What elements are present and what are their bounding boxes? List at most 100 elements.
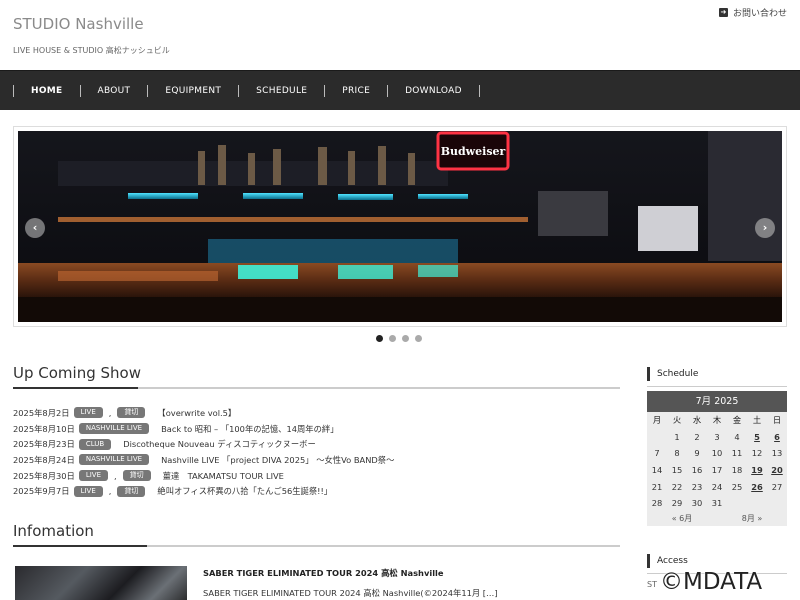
category-badge[interactable]: NASHVILLE LIVE — [78, 454, 150, 466]
nav-divider — [478, 85, 480, 97]
upcoming-heading: Up Coming Show — [13, 364, 141, 382]
nav-item-about[interactable]: ABOUT — [81, 86, 148, 96]
calendar-nav: « 6月 8月 » — [647, 512, 787, 526]
category-badge[interactable]: LIVE — [73, 407, 103, 419]
heading-underline — [13, 387, 620, 389]
hero-slider: Budweiser ‹ › — [13, 126, 787, 327]
slider-next-button[interactable]: › — [755, 218, 775, 238]
calendar-day-link[interactable]: 5 — [747, 429, 767, 446]
access-heading: Access — [657, 556, 688, 566]
show-title-link[interactable]: Back to 昭和 – 「100年の記憶、14周年の絆」 — [161, 423, 338, 435]
calendar-day: 25 — [731, 481, 743, 492]
calendar-day: 2 — [694, 431, 700, 442]
calendar-day: 21 — [651, 481, 663, 492]
site-title[interactable]: STUDIO Nashville — [13, 15, 144, 33]
show-date: 2025年8月23日 — [13, 439, 75, 450]
slide-image-bar: Budweiser — [18, 131, 782, 322]
weekday-label: 月 — [652, 415, 662, 426]
weekday-label: 火 — [672, 415, 682, 426]
show-row: 2025年8月2日 LIVE, 貸切 【overwrite vol.5】 — [13, 407, 237, 419]
category-badge[interactable]: LIVE — [73, 485, 103, 497]
category-badge[interactable]: LIVE — [78, 470, 109, 482]
contact-label: お問い合わせ — [732, 9, 787, 19]
information-section-heading: Infomation — [13, 522, 620, 547]
weekday-label: 金 — [732, 415, 742, 426]
bar-photo: Budweiser — [18, 131, 782, 322]
calendar-prev-link[interactable]: « 6月 — [672, 513, 693, 524]
contact-link[interactable]: ➜ お問い合わせ — [718, 6, 787, 19]
information-heading: Infomation — [13, 522, 94, 540]
show-date: 2025年8月2日 — [13, 407, 70, 418]
calendar-day: 29 — [671, 498, 683, 509]
calendar-day — [727, 495, 747, 512]
show-title-link[interactable]: 絶叫オフィス杯異の八拾「たんご56生誕祭!!」 — [157, 485, 332, 497]
category-badge[interactable]: CLUB — [78, 438, 112, 450]
category-badge[interactable]: 貸切 — [117, 485, 146, 497]
schedule-calendar: 7月 2025 月 火 水 木 金 土 日 1 2 3 4 5 6 7 8 9 … — [647, 391, 787, 526]
calendar-day: 7 — [654, 448, 660, 459]
calendar-next-link[interactable]: 8月 » — [742, 513, 763, 524]
calendar-caption: 7月 2025 — [647, 391, 787, 412]
calendar-day: 13 — [771, 448, 783, 459]
calendar-day: 18 — [731, 465, 743, 476]
calendar-day: 8 — [674, 448, 680, 459]
calendar-day — [767, 495, 787, 512]
nav-item-schedule[interactable]: SCHEDULE — [239, 86, 324, 96]
access-text: ST — [647, 580, 657, 589]
slider-dot-1[interactable] — [376, 335, 383, 342]
calendar-grid: 月 火 水 木 金 土 日 1 2 3 4 5 6 7 8 9 10 11 12… — [647, 412, 787, 512]
show-title-link[interactable]: Nashville LIVE 「project DIVA 2025」 ～女性Vo… — [161, 454, 394, 466]
slider-pagination — [376, 335, 422, 342]
slider-prev-button[interactable]: ‹ — [25, 218, 45, 238]
calendar-day: 11 — [731, 448, 743, 459]
calendar-day-link[interactable]: 6 — [767, 429, 787, 446]
arrow-square-icon: ➜ — [718, 8, 728, 17]
calendar-day: 22 — [671, 481, 683, 492]
calendar-day: 9 — [694, 448, 700, 459]
calendar-day: 12 — [751, 448, 763, 459]
calendar-day-link[interactable]: 26 — [747, 478, 767, 495]
nav-item-price[interactable]: PRICE — [325, 86, 387, 96]
slider-dot-3[interactable] — [402, 335, 409, 342]
schedule-heading: Schedule — [657, 369, 699, 379]
nav-item-download[interactable]: DOWNLOAD — [388, 86, 479, 96]
show-title-link[interactable]: Discotheque Nouveau ディスコティックヌーボー — [123, 438, 316, 450]
show-date: 2025年9月7日 — [13, 486, 70, 497]
calendar-day: 30 — [691, 498, 703, 509]
show-title-link[interactable]: 薑達 TAKAMATSU TOUR LIVE — [163, 470, 284, 482]
upcoming-show-list: 2025年8月2日 LIVE, 貸切 【overwrite vol.5】 202… — [13, 405, 620, 499]
show-row: 2025年8月30日 LIVE, 貸切 薑達 TAKAMATSU TOUR LI… — [13, 470, 284, 482]
calendar-day — [747, 495, 767, 512]
heading-underline — [13, 545, 620, 547]
information-title-link[interactable]: SABER TIGER ELIMINATED TOUR 2024 高松 Nash… — [203, 567, 444, 579]
upcoming-section-heading: Up Coming Show — [13, 364, 620, 389]
calendar-day: 17 — [711, 465, 723, 476]
category-badge[interactable]: 貸切 — [122, 470, 151, 482]
information-excerpt: SABER TIGER ELIMINATED TOUR 2024 高松 Nash… — [203, 588, 498, 598]
heading-underline — [647, 386, 787, 387]
calendar-day: 14 — [651, 465, 663, 476]
category-badge[interactable]: 貸切 — [117, 407, 146, 419]
show-title-link[interactable]: 【overwrite vol.5】 — [157, 407, 236, 419]
site-description: LIVE HOUSE & STUDIO 高松ナッシュビル — [13, 46, 170, 55]
calendar-day: 10 — [711, 448, 723, 459]
slider-dot-4[interactable] — [415, 335, 422, 342]
calendar-day-link[interactable]: 19 — [747, 462, 767, 479]
heading-marker — [647, 554, 650, 568]
weekday-label: 土 — [752, 415, 762, 426]
nav-item-equipment[interactable]: EQUIPMENT — [148, 86, 238, 96]
calendar-day: 23 — [691, 481, 703, 492]
information-thumbnail[interactable] — [15, 566, 187, 600]
copyright-watermark: ©MDATA — [660, 569, 763, 595]
schedule-widget-heading: Schedule — [647, 365, 787, 387]
show-date: 2025年8月10日 — [13, 423, 75, 434]
category-badge[interactable]: NASHVILLE LIVE — [78, 423, 150, 435]
weekday-label: 水 — [692, 415, 702, 426]
calendar-day: 1 — [674, 431, 680, 442]
nav-item-home[interactable]: HOME — [14, 86, 80, 96]
slider-dot-2[interactable] — [389, 335, 396, 342]
show-date: 2025年8月30日 — [13, 470, 75, 481]
chevron-left-icon: ‹ — [32, 221, 38, 234]
neon-sign-text: Budweiser — [441, 145, 506, 158]
calendar-day-link[interactable]: 20 — [767, 462, 787, 479]
